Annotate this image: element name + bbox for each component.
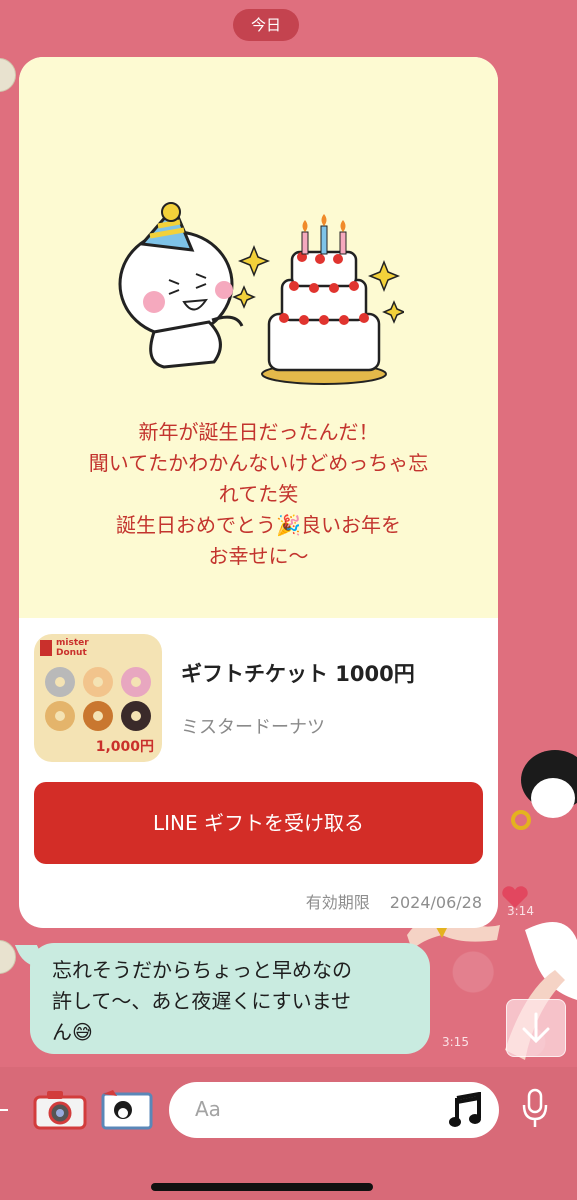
date-separator: 今日 bbox=[233, 9, 299, 41]
gift-brand: ミスタードーナツ bbox=[181, 717, 325, 738]
card-message-line: れてた笑 bbox=[218, 482, 299, 506]
birthday-cake-sticker bbox=[118, 202, 404, 385]
thumb-brand: mister bbox=[56, 638, 89, 648]
arrow-down-icon bbox=[522, 1012, 550, 1044]
gift-message-card[interactable]: 新年が誕生日だったんだ！ 聞いてたかわかんないけどめっちゃ忘 れてた笑 誕生日お… bbox=[19, 57, 498, 928]
expiry-date: 2024/06/28 bbox=[389, 893, 482, 912]
friend-avatar[interactable] bbox=[0, 58, 16, 92]
message-time: 3:15 bbox=[442, 1035, 469, 1049]
card-message-line: 新年が誕生日だったんだ！ bbox=[138, 420, 379, 444]
message-bubble[interactable]: 忘れそうだからちょっと早めなの 許して〜、あと夜遅くにすいませ ん😅 bbox=[30, 943, 430, 1054]
gift-thumbnail[interactable]: mister Donut 1,000円 bbox=[34, 634, 162, 762]
card-message: 新年が誕生日だったんだ！ 聞いてたかわかんないけどめっちゃ忘 れてた笑 誕生日お… bbox=[19, 417, 498, 572]
donuts-icon bbox=[45, 667, 151, 731]
message-line: 忘れそうだからちょっと早めなの bbox=[52, 958, 352, 982]
scroll-to-bottom-button[interactable] bbox=[506, 999, 566, 1057]
message-line: 許して〜、あと夜遅くにすいませ bbox=[52, 989, 351, 1013]
message-input-placeholder: Aa bbox=[195, 1097, 221, 1121]
message-input[interactable]: Aa bbox=[169, 1082, 499, 1138]
card-message-area: 新年が誕生日だったんだ！ 聞いてたかわかんないけどめっちゃ忘 れてた笑 誕生日お… bbox=[19, 57, 498, 618]
thumb-price: 1,000円 bbox=[95, 739, 154, 755]
music-icon[interactable] bbox=[449, 1092, 483, 1128]
expiry-info: 有効期限 2024/06/28 bbox=[306, 889, 482, 913]
gift-title[interactable]: ギフトチケット 1000円 bbox=[181, 658, 415, 688]
donut-logo-icon bbox=[40, 640, 52, 656]
card-message-line: 誕生日おめでとう🎉良いお年を bbox=[116, 513, 401, 537]
composer-bar: Aa bbox=[0, 1067, 577, 1200]
message-time: 3:14 bbox=[507, 904, 534, 918]
more-icon[interactable] bbox=[0, 1109, 8, 1111]
card-message-line: 聞いてたかわかんないけどめっちゃ忘 bbox=[88, 451, 429, 475]
photo-icon[interactable] bbox=[99, 1088, 155, 1130]
expiry-label: 有効期限 bbox=[305, 893, 370, 912]
home-indicator[interactable] bbox=[151, 1183, 373, 1191]
microphone-icon[interactable] bbox=[520, 1087, 550, 1129]
camera-icon[interactable] bbox=[33, 1088, 87, 1130]
card-message-line: お幸せに〜 bbox=[208, 544, 309, 568]
thumb-brand: Donut bbox=[56, 648, 87, 658]
message-line: ん😅 bbox=[52, 1020, 93, 1044]
receive-gift-button[interactable]: LINE ギフトを受け取る bbox=[34, 782, 483, 864]
